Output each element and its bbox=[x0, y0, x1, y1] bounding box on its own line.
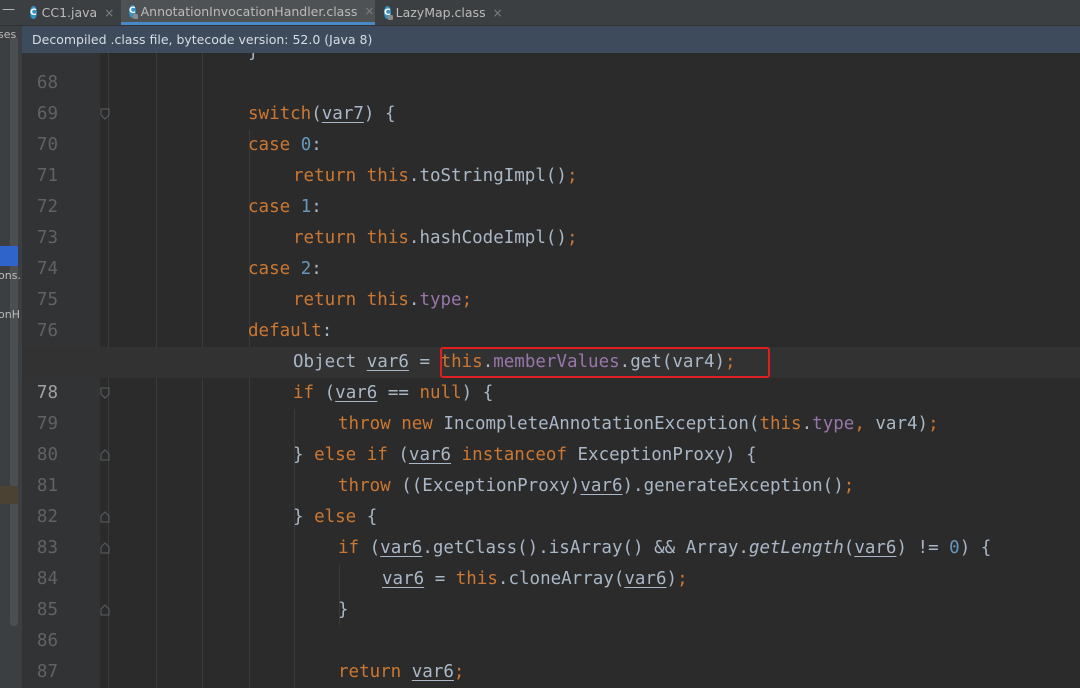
highlight-box bbox=[440, 347, 770, 378]
tab-bar-menu-icon[interactable]: — bbox=[2, 2, 15, 17]
project-item-label[interactable]: onH bbox=[0, 308, 20, 321]
code-line[interactable]: 73 case 1: bbox=[22, 192, 1080, 248]
code-line[interactable]: 85 var6 = this.cloneArray(var6); bbox=[22, 564, 1080, 620]
code-line[interactable]: 83 } else { bbox=[22, 502, 1080, 558]
close-icon[interactable]: × bbox=[493, 6, 503, 20]
code-text: throw new IncompleteAnnotationException(… bbox=[338, 414, 939, 434]
tab-annotation-invocation-handler[interactable]: C AnnotationInvocationHandler.class × bbox=[121, 0, 375, 25]
code-line[interactable]: 76 return this.type; bbox=[22, 285, 1080, 341]
code-text: } else if (var6 instanceof ExceptionProx… bbox=[293, 445, 757, 465]
class-file-icon: C bbox=[384, 6, 393, 20]
code-line[interactable]: 72 return this.toStringImpl(); bbox=[22, 161, 1080, 217]
code-text: } else { bbox=[293, 507, 378, 527]
code-text: case 1: bbox=[248, 197, 322, 217]
tab-label: AnnotationInvocationHandler.class bbox=[140, 3, 358, 19]
decompiled-notice-bar: Decompiled .class file, bytecode version… bbox=[22, 26, 1080, 53]
fold-toggle-icon[interactable] bbox=[100, 449, 110, 461]
project-marked-item bbox=[0, 486, 18, 504]
code-text: if (var6 == null) { bbox=[293, 383, 494, 403]
class-file-icon: C bbox=[129, 4, 138, 19]
code-line[interactable]: 81 } else if (var6 instanceof ExceptionP… bbox=[22, 440, 1080, 496]
code-line[interactable]: 74 return this.hashCodeImpl(); bbox=[22, 223, 1080, 279]
code-text: case 0: bbox=[248, 135, 322, 155]
code-line[interactable]: 68 } bbox=[22, 53, 1080, 93]
decompiled-notice-text: Decompiled .class file, bytecode version… bbox=[32, 32, 373, 47]
code-line[interactable]: 82 throw ((ExceptionProxy)var6).generate… bbox=[22, 471, 1080, 527]
tab-cc1-java[interactable]: C CC1.java × bbox=[22, 0, 120, 25]
code-line[interactable]: 84 if (var6.getClass().isArray() && Arra… bbox=[22, 533, 1080, 589]
code-text: return this.type; bbox=[293, 290, 473, 310]
code-text: } bbox=[338, 600, 349, 620]
code-text: case 2: bbox=[248, 259, 322, 279]
project-selected-item[interactable] bbox=[0, 246, 18, 266]
fold-toggle-icon[interactable] bbox=[100, 604, 110, 616]
tab-lazymap-class[interactable]: C LazyMap.class × bbox=[376, 0, 506, 25]
project-item-label[interactable]: ons. bbox=[0, 269, 21, 282]
code-text: var6 = this.cloneArray(var6); bbox=[382, 569, 688, 589]
editor-tab-bar: — C CC1.java × C AnnotationInvocationHan… bbox=[0, 0, 1080, 26]
project-scrollbar[interactable] bbox=[10, 36, 18, 626]
code-text: throw ((ExceptionProxy)var6).generateExc… bbox=[338, 476, 855, 496]
close-icon[interactable]: × bbox=[104, 6, 114, 20]
code-text: return this.toStringImpl(); bbox=[293, 166, 578, 186]
code-line[interactable]: 79 if (var6 == null) { bbox=[22, 378, 1080, 434]
fold-toggle-icon[interactable] bbox=[100, 542, 110, 554]
code-text: return var6; bbox=[338, 662, 465, 682]
code-line[interactable]: 77 default: bbox=[22, 316, 1080, 372]
fold-toggle-icon[interactable] bbox=[100, 387, 110, 399]
code-line[interactable]: 75 case 2: bbox=[22, 254, 1080, 310]
code-line[interactable]: 80 throw new IncompleteAnnotationExcepti… bbox=[22, 409, 1080, 465]
code-text: switch(var7) { bbox=[248, 104, 396, 124]
code-editor[interactable]: 68 } 69 70 switch(var7) { 71 case 0: 72 … bbox=[22, 53, 1080, 688]
code-line[interactable]: 71 case 0: bbox=[22, 130, 1080, 186]
code-line[interactable]: 86 } bbox=[22, 595, 1080, 651]
fold-toggle-icon[interactable] bbox=[100, 511, 110, 523]
project-item-label: ses bbox=[0, 28, 17, 41]
code-text: default: bbox=[248, 321, 333, 341]
code-line[interactable]: 87 bbox=[22, 626, 1080, 682]
tab-label: LazyMap.class bbox=[395, 5, 486, 20]
code-text: if (var6.getClass().isArray() && Array.g… bbox=[338, 538, 992, 558]
tab-label: CC1.java bbox=[41, 5, 98, 20]
code-text: return this.hashCodeImpl(); bbox=[293, 228, 578, 248]
fold-toggle-icon[interactable] bbox=[100, 108, 110, 120]
code-line[interactable]: 70 switch(var7) { bbox=[22, 99, 1080, 155]
code-line[interactable]: 88 return var6; bbox=[22, 657, 1080, 688]
project-panel-edge: ses ons. onH bbox=[0, 26, 22, 688]
close-icon[interactable]: × bbox=[364, 4, 374, 18]
code-line[interactable]: 69 bbox=[22, 68, 1080, 124]
java-class-icon: C bbox=[30, 6, 37, 19]
